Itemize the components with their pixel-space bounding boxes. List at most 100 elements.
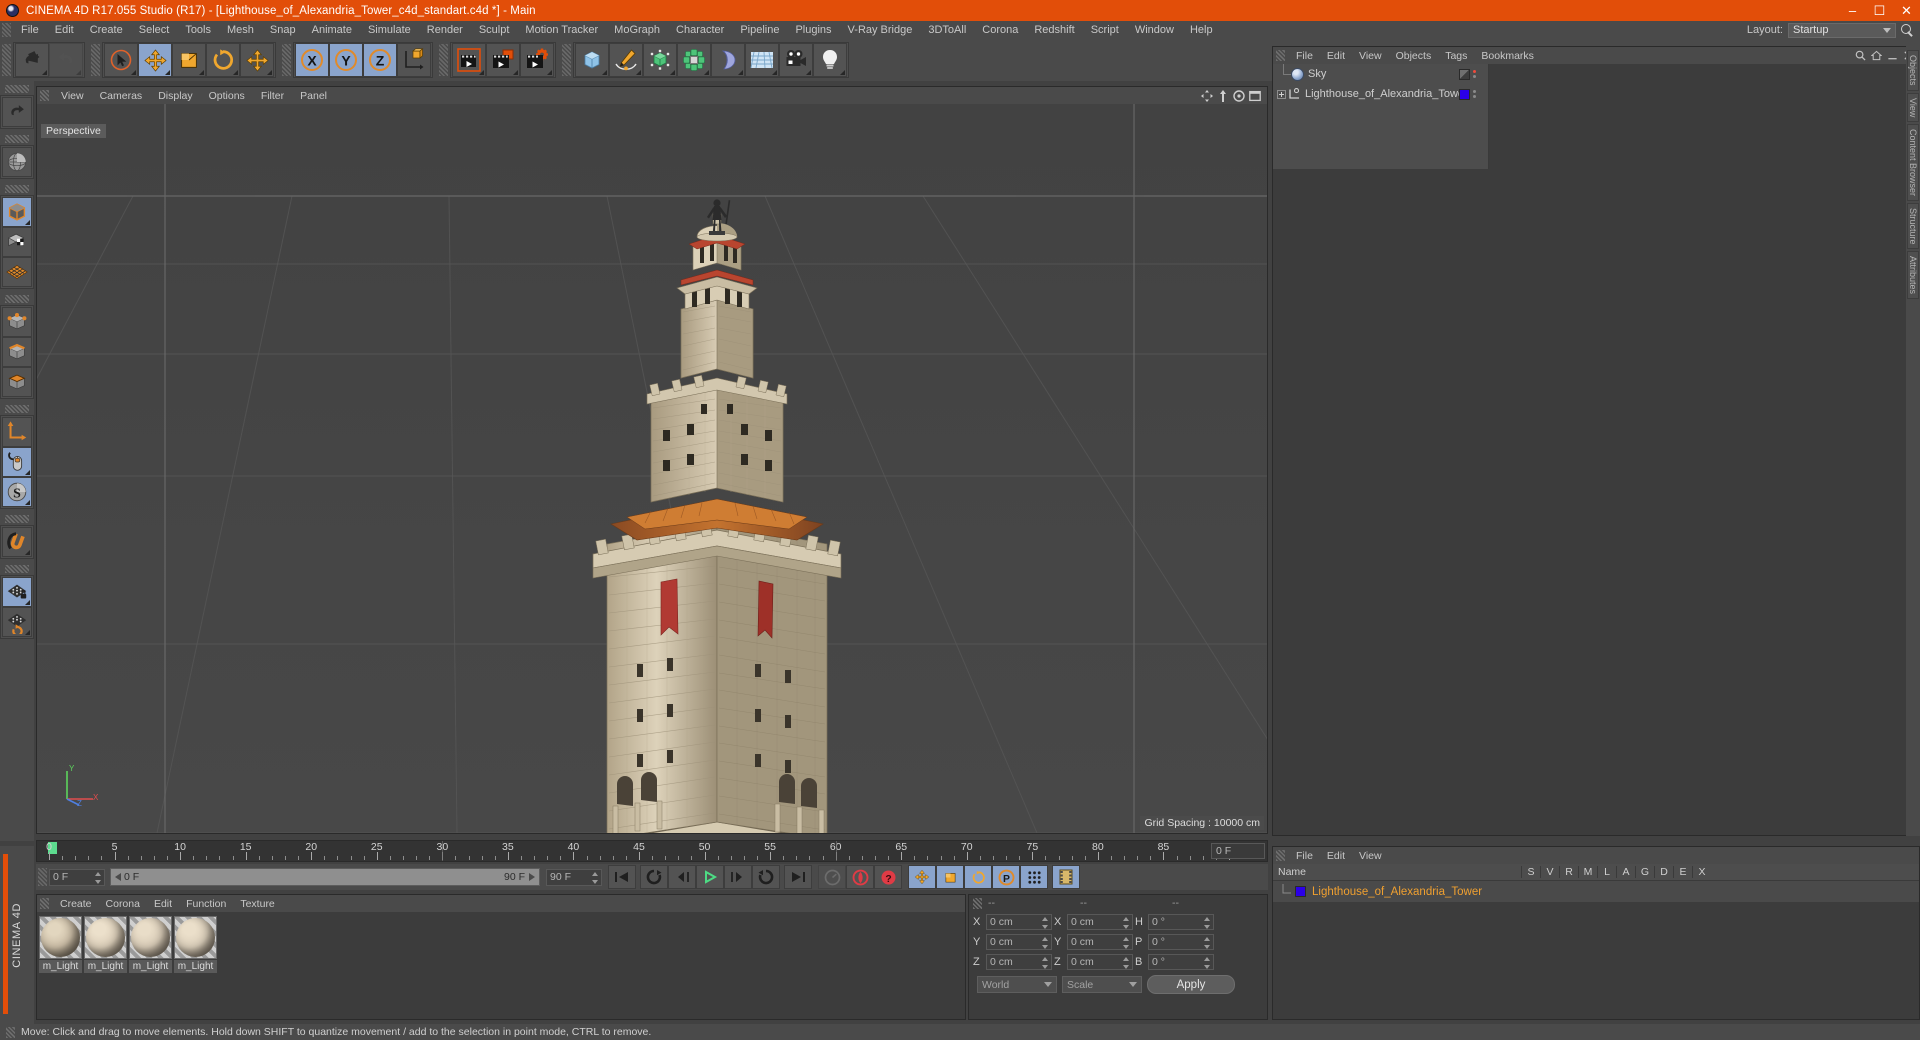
soft-selection-button[interactable]: S xyxy=(2,477,32,507)
key-parameter-button[interactable]: P xyxy=(992,865,1020,889)
viewport-menu-panel[interactable]: Panel xyxy=(292,90,335,102)
material-menu-edit[interactable]: Edit xyxy=(147,898,179,910)
key-pla-button[interactable] xyxy=(1020,865,1048,889)
left-toolbar-grip-2[interactable] xyxy=(5,135,29,143)
points-mode-button[interactable] xyxy=(2,307,32,337)
menu-item-file[interactable]: File xyxy=(13,21,47,39)
spinner-icon[interactable] xyxy=(1204,956,1211,969)
step-back-button[interactable] xyxy=(668,865,696,889)
size-z-field[interactable]: 0 cm xyxy=(1067,953,1133,970)
lock-x-axis[interactable]: X xyxy=(295,43,329,77)
undo-view-button[interactable] xyxy=(2,97,32,127)
object-menu-tags[interactable]: Tags xyxy=(1438,50,1474,62)
spline-pen-button[interactable] xyxy=(609,43,643,77)
transform-tool[interactable] xyxy=(240,43,274,77)
menu-item-motion-tracker[interactable]: Motion Tracker xyxy=(517,21,606,39)
menu-item-script[interactable]: Script xyxy=(1083,21,1127,39)
search-icon[interactable] xyxy=(1855,50,1866,61)
left-toolbar-grip-3[interactable] xyxy=(5,185,29,193)
array-button[interactable] xyxy=(677,43,711,77)
dock-tab-attributes[interactable]: Attributes xyxy=(1907,251,1919,300)
size-mode-select[interactable]: Scale xyxy=(1062,976,1142,993)
viewport-canvas[interactable]: Perspective Grid Spacing : 10000 cm Y X … xyxy=(37,104,1267,833)
toolbar-grip-4[interactable] xyxy=(439,44,448,76)
attribute-manager-grip[interactable] xyxy=(1276,850,1285,861)
left-toolbar-grip-7[interactable] xyxy=(5,565,29,573)
object-menu-objects[interactable]: Objects xyxy=(1389,50,1439,62)
keyframe-selection-button[interactable]: ? xyxy=(874,865,902,889)
camera-button[interactable] xyxy=(779,43,813,77)
menu-item-tools[interactable]: Tools xyxy=(177,21,219,39)
status-bar-grip[interactable] xyxy=(6,1026,15,1038)
menu-item-edit[interactable]: Edit xyxy=(47,21,82,39)
visibility-dots[interactable] xyxy=(1473,70,1476,78)
close-button[interactable]: ✕ xyxy=(1893,0,1920,21)
size-y-field[interactable]: 0 cm xyxy=(1067,933,1133,950)
key-scale-button[interactable] xyxy=(936,865,964,889)
pan-viewport-icon[interactable] xyxy=(1201,89,1213,102)
object-menu-file[interactable]: File xyxy=(1289,50,1320,62)
search-icon[interactable] xyxy=(1901,23,1914,37)
menu-item-sculpt[interactable]: Sculpt xyxy=(471,21,518,39)
size-x-field[interactable]: 0 cm xyxy=(1067,913,1133,930)
material-item[interactable]: m_Light xyxy=(84,916,127,973)
pos-z-field[interactable]: 0 cm xyxy=(986,953,1052,970)
object-menu-view[interactable]: View xyxy=(1352,50,1389,62)
viewport-menu-options[interactable]: Options xyxy=(201,90,253,102)
dock-tab-view[interactable]: View xyxy=(1907,92,1919,122)
range-left-handle-icon[interactable] xyxy=(115,873,121,881)
spinner-icon[interactable] xyxy=(95,871,102,884)
lock-z-axis[interactable]: Z xyxy=(363,43,397,77)
coordinate-grip[interactable] xyxy=(973,897,982,909)
spinner-icon[interactable] xyxy=(592,871,599,884)
spinner-icon[interactable] xyxy=(1204,916,1211,929)
rotate-viewport-icon[interactable] xyxy=(1233,89,1245,102)
pos-y-field[interactable]: 0 cm xyxy=(986,933,1052,950)
menu-item-corona[interactable]: Corona xyxy=(974,21,1026,39)
render-view-button[interactable] xyxy=(452,43,486,77)
coordinate-system-select[interactable]: World xyxy=(977,976,1057,993)
workplane-lock-button[interactable] xyxy=(2,577,32,607)
left-toolbar-grip-5[interactable] xyxy=(5,405,29,413)
deformer-button[interactable] xyxy=(711,43,745,77)
menu-item-3dtoall[interactable]: 3DToAll xyxy=(920,21,974,39)
spinner-icon[interactable] xyxy=(1123,936,1130,949)
column-d[interactable]: D xyxy=(1654,866,1673,878)
column-s[interactable]: S xyxy=(1521,866,1540,878)
lock-y-axis[interactable]: Y xyxy=(329,43,363,77)
toolbar-grip-2[interactable] xyxy=(91,44,100,76)
material-menu-corona[interactable]: Corona xyxy=(99,898,147,910)
dock-tab-structure[interactable]: Structure xyxy=(1907,202,1919,250)
material-manager-grip[interactable] xyxy=(40,898,49,909)
toolbar-grip-5[interactable] xyxy=(562,44,571,76)
material-preview[interactable] xyxy=(39,916,82,959)
workplane-rotate-button[interactable] xyxy=(2,607,32,637)
redo-button[interactable] xyxy=(49,43,83,77)
timeline-frame-readout[interactable]: 0 F xyxy=(1211,843,1265,859)
maximize-viewport-icon[interactable] xyxy=(1249,90,1261,102)
scale-tool[interactable] xyxy=(172,43,206,77)
menu-item-select[interactable]: Select xyxy=(131,21,178,39)
object-row-sky[interactable]: Sky xyxy=(1273,64,1488,84)
left-toolbar-grip-4[interactable] xyxy=(5,295,29,303)
object-tree[interactable]: Sky Lighthouse_of_Alexandria_Tower xyxy=(1273,64,1489,169)
column-l[interactable]: L xyxy=(1597,866,1616,878)
rot-h-field[interactable]: 0 ° xyxy=(1148,913,1214,930)
minimize-button[interactable]: – xyxy=(1839,0,1866,21)
polygons-mode-button[interactable] xyxy=(2,367,32,397)
sky-tag-swatch[interactable] xyxy=(1459,68,1470,80)
object-row-lighthouse[interactable]: Lighthouse_of_Alexandria_Tower xyxy=(1273,84,1488,104)
maximize-button[interactable]: ☐ xyxy=(1866,0,1893,21)
material-preview[interactable] xyxy=(129,916,172,959)
column-g[interactable]: G xyxy=(1635,866,1654,878)
material-item[interactable]: m_Light xyxy=(174,916,217,973)
material-preview[interactable] xyxy=(84,916,127,959)
left-toolbar-grip-1[interactable] xyxy=(5,85,29,93)
range-right-handle-icon[interactable] xyxy=(529,873,535,881)
column-e[interactable]: E xyxy=(1673,866,1692,878)
material-preview[interactable] xyxy=(174,916,217,959)
minimize-icon[interactable] xyxy=(1887,50,1898,61)
menu-item-create[interactable]: Create xyxy=(82,21,131,39)
workplane-mode-button[interactable] xyxy=(2,257,32,287)
column-m[interactable]: M xyxy=(1578,866,1597,878)
